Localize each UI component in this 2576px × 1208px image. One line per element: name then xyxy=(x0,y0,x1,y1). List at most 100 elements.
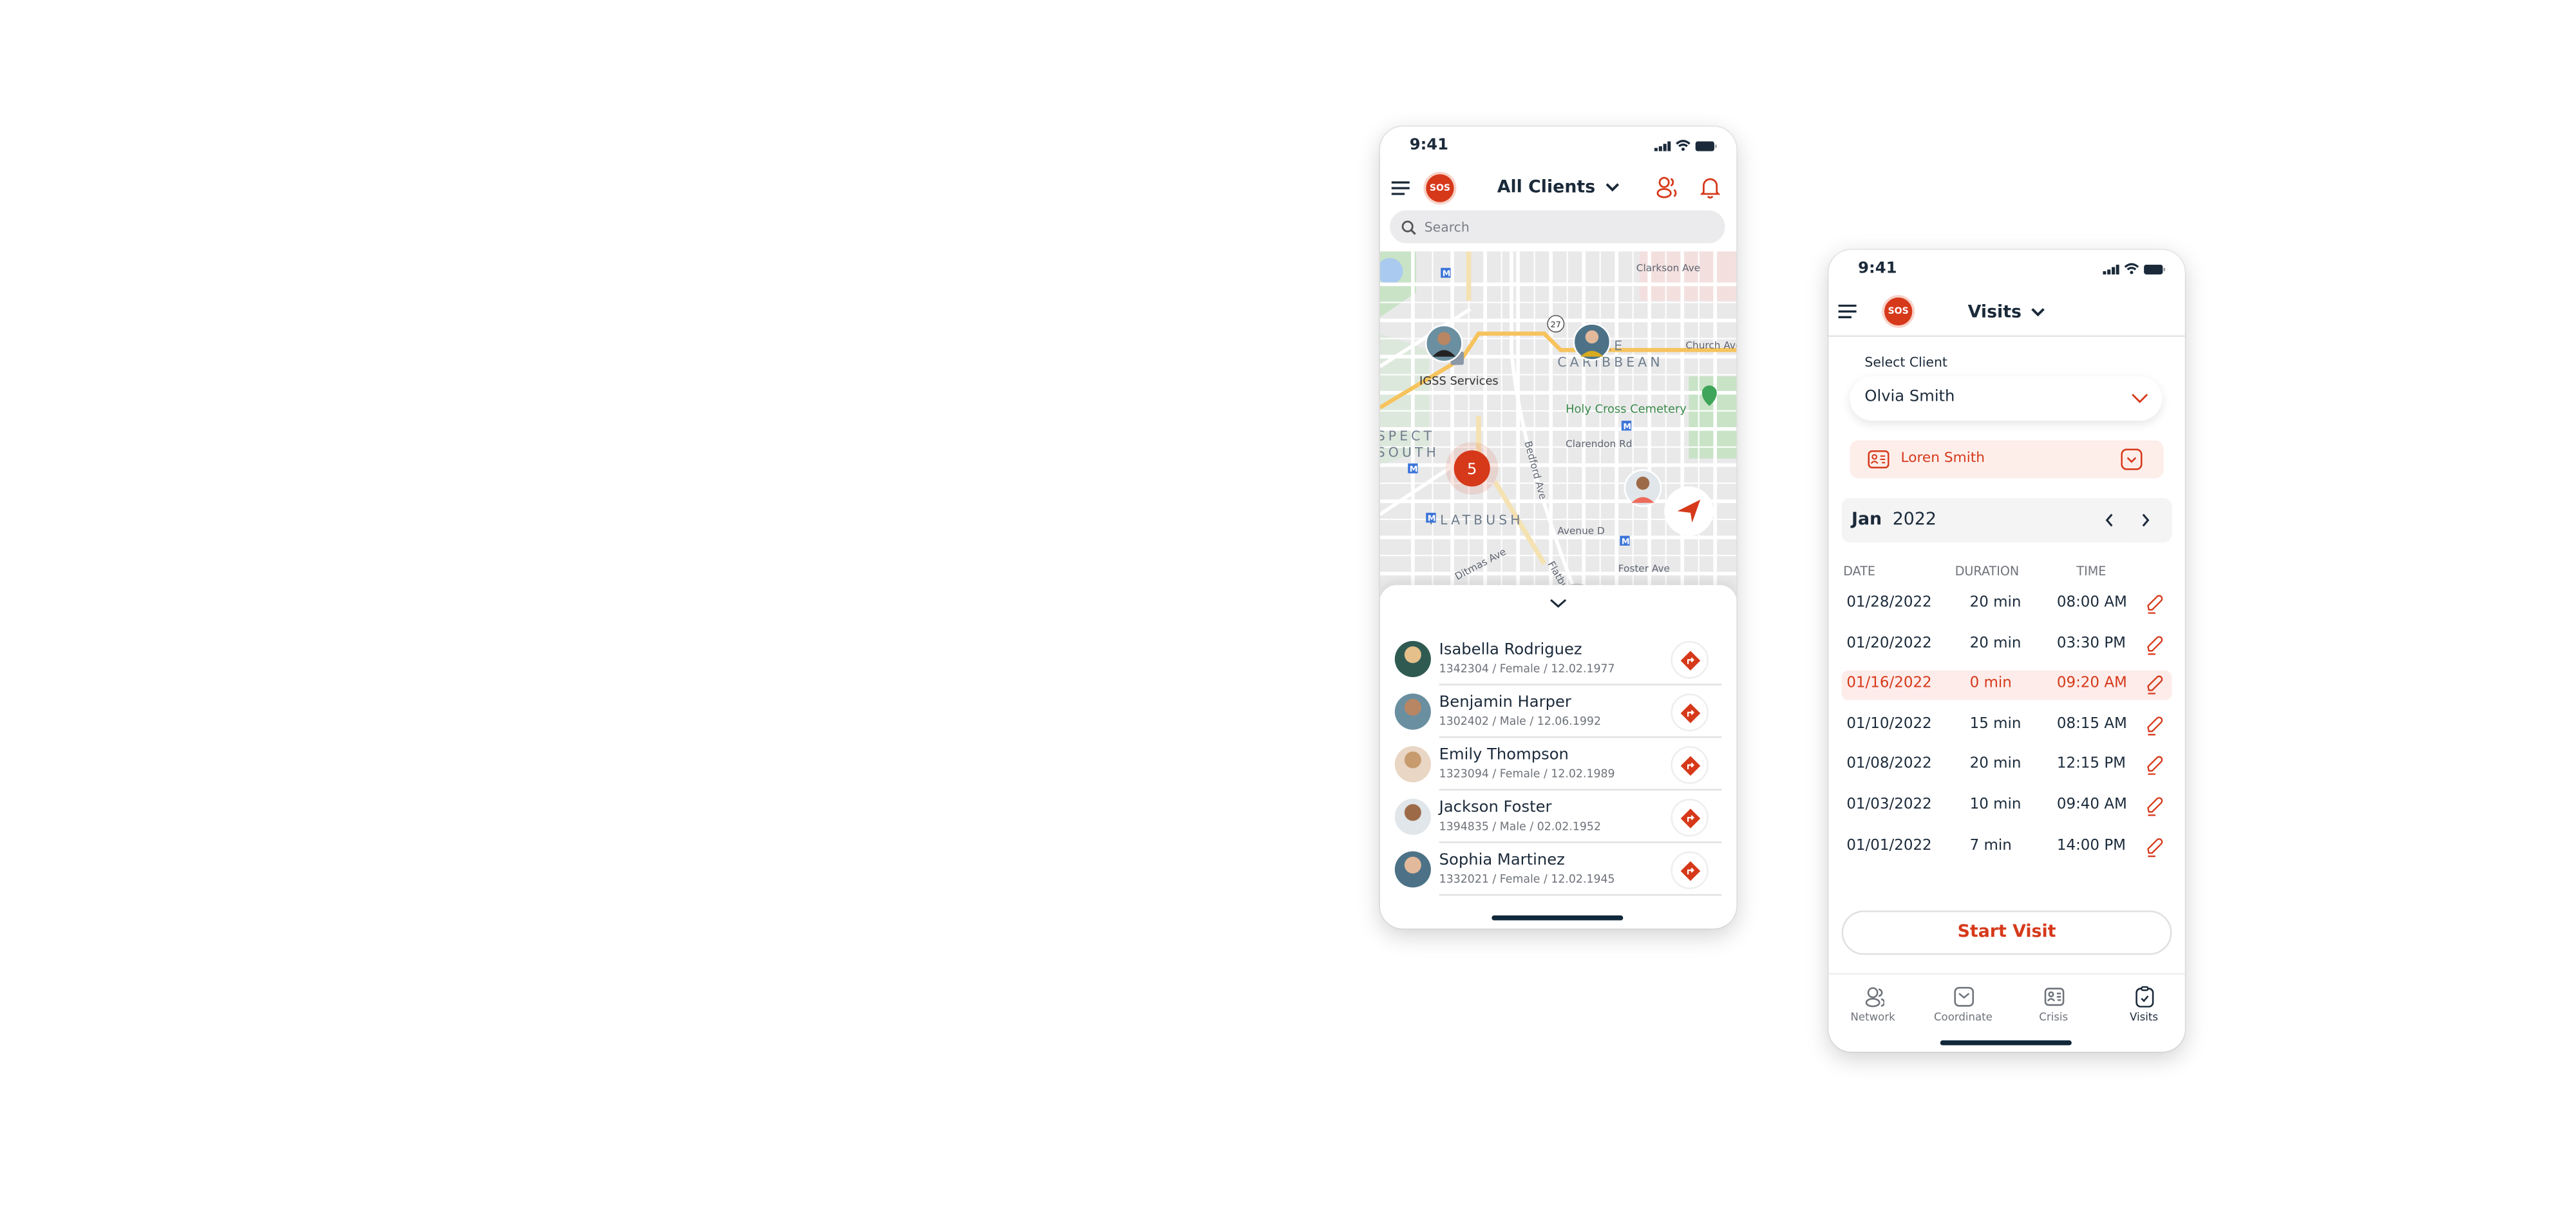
map-label: FLATBUSH xyxy=(1429,512,1523,528)
nav-label: Visits xyxy=(2130,1010,2159,1024)
visit-date: 01/10/2022 xyxy=(1846,716,1932,733)
visit-time: 12:15 PM xyxy=(2056,756,2126,773)
edit-icon[interactable] xyxy=(2146,635,2164,655)
chevron-down-icon xyxy=(2132,394,2148,403)
map-canvas[interactable]: 27 Clarkson Ave Church Ave IGSS Services… xyxy=(1379,251,1737,597)
chevron-right-icon[interactable] xyxy=(2141,513,2150,528)
map-label: CARIBBEAN xyxy=(1557,354,1663,370)
avatar xyxy=(1394,640,1431,678)
bell-icon[interactable] xyxy=(1700,176,1720,199)
home-indicator xyxy=(1940,1040,2072,1046)
contact-bar[interactable]: Loren Smith xyxy=(1850,440,2164,479)
avatar xyxy=(1394,851,1431,888)
directions-icon xyxy=(1680,702,1700,723)
status-time: 9:41 xyxy=(1858,260,1897,278)
visit-date: 01/08/2022 xyxy=(1846,756,1932,773)
edit-icon[interactable] xyxy=(2146,676,2164,696)
edit-icon[interactable] xyxy=(2146,756,2164,776)
visit-row[interactable]: 01/08/2022 20 min 12:15 PM xyxy=(1842,752,2172,781)
map-label: Holy Cross Cemetery xyxy=(1566,402,1687,416)
directions-button[interactable] xyxy=(1671,746,1709,784)
client-name: Benjamin Harper xyxy=(1439,693,1571,712)
map-view[interactable]: 27 Clarkson Ave Church Ave IGSS Services… xyxy=(1379,251,1737,597)
directions-button[interactable] xyxy=(1671,640,1709,679)
client-list-item[interactable]: Jackson Foster 1394835 / Male / 02.02.19… xyxy=(1394,791,1722,843)
visit-time: 09:40 AM xyxy=(2056,797,2127,814)
visit-row[interactable]: 01/10/2022 15 min 08:15 AM xyxy=(1842,711,2172,741)
nav-crisis[interactable]: Crisis xyxy=(2012,986,2095,1024)
client-meta: 1302402 / Male / 12.06.1992 xyxy=(1439,714,1601,729)
clients-sheet: Isabella Rodriguez 1342304 / Female / 12… xyxy=(1379,585,1737,929)
nav-network[interactable]: Network xyxy=(1832,986,1914,1024)
map-label: IGSS Services xyxy=(1419,374,1499,388)
avatar xyxy=(1394,798,1431,835)
visit-duration: 10 min xyxy=(1969,797,2022,814)
search-input[interactable]: Search xyxy=(1390,210,1725,244)
directions-button[interactable] xyxy=(1671,693,1709,732)
nav-visits[interactable]: Visits xyxy=(2103,986,2185,1024)
month-selector: Jan 2022 xyxy=(1841,497,2172,542)
client-meta: 1323094 / Female / 12.02.1989 xyxy=(1439,767,1615,781)
section-dropdown[interactable]: Visits xyxy=(1828,302,2185,322)
select-client-dropdown[interactable]: Olvia Smith xyxy=(1850,376,2163,421)
selected-client: Olvia Smith xyxy=(1864,388,1955,407)
nav-coordinate[interactable]: Coordinate xyxy=(1922,986,2005,1024)
collapse-chevron-icon[interactable] xyxy=(1549,599,1567,608)
visit-row[interactable]: 01/03/2022 10 min 09:40 AM xyxy=(1842,792,2172,822)
directions-button[interactable] xyxy=(1671,798,1709,837)
visit-row[interactable]: 01/20/2022 20 min 03:30 PM xyxy=(1842,631,2172,660)
visit-row[interactable]: 01/16/2022 0 min 09:20 AM xyxy=(1841,671,2172,701)
client-meta: 1394835 / Male / 02.02.1952 xyxy=(1439,820,1601,834)
nav-label: Coordinate xyxy=(1933,1010,1993,1024)
map-screen: 9:41 SOS All Clients Search 27 Clarkson … xyxy=(1379,126,1737,929)
edit-icon[interactable] xyxy=(2146,716,2164,736)
visit-date: 01/28/2022 xyxy=(1846,595,1932,611)
directions-button[interactable] xyxy=(1671,851,1709,890)
avatar xyxy=(1394,746,1431,783)
map-label: Clarendon Rd xyxy=(1566,438,1632,450)
cellular-icon xyxy=(1654,140,1671,151)
battery-icon xyxy=(1695,140,1717,151)
client-list-item[interactable]: Benjamin Harper 1302402 / Male / 12.06.1… xyxy=(1394,685,1722,738)
client-list-item[interactable]: Isabella Rodriguez 1342304 / Female / 12… xyxy=(1394,633,1722,685)
metro-icon: M xyxy=(1410,465,1418,474)
visit-row[interactable]: 01/01/2022 7 min 14:00 PM xyxy=(1842,832,2172,862)
contact-name: Loren Smith xyxy=(1900,450,1985,467)
month-label: Jan xyxy=(1851,509,1882,530)
visit-time: 08:15 AM xyxy=(2056,716,2127,733)
directions-icon xyxy=(1680,649,1700,670)
visit-duration: 15 min xyxy=(1969,716,2022,733)
people-icon[interactable] xyxy=(1656,176,1679,199)
expand-icon[interactable] xyxy=(2121,448,2143,470)
edit-icon[interactable] xyxy=(2146,797,2164,817)
client-filter-dropdown[interactable]: All Clients xyxy=(1380,178,1737,197)
nav-label: Network xyxy=(1850,1010,1895,1024)
column-header-time: TIME xyxy=(2076,563,2107,579)
directions-icon xyxy=(1680,860,1700,881)
map-label: Clarkson Ave xyxy=(1636,262,1700,274)
start-visit-button[interactable]: Start Visit xyxy=(1841,910,2172,955)
visit-duration: 0 min xyxy=(1969,675,2012,693)
client-list-item[interactable]: Emily Thompson 1323094 / Female / 12.02.… xyxy=(1394,738,1722,791)
visit-time: 09:20 AM xyxy=(2056,675,2127,693)
status-time: 9:41 xyxy=(1409,136,1449,155)
wifi-icon xyxy=(2124,263,2139,274)
bottom-nav-divider xyxy=(1828,973,2185,975)
map-label: SPECT xyxy=(1380,428,1435,444)
visit-date: 01/01/2022 xyxy=(1846,837,1932,854)
search-icon xyxy=(1401,220,1416,235)
edit-icon[interactable] xyxy=(2146,838,2164,858)
search-placeholder: Search xyxy=(1424,219,1470,235)
route-label: 27 xyxy=(1551,320,1561,330)
client-name: Isabella Rodriguez xyxy=(1439,640,1582,659)
visit-row[interactable]: 01/28/2022 20 min 08:00 AM xyxy=(1842,590,2172,620)
chevron-down-icon xyxy=(1605,183,1619,192)
metro-icon: M xyxy=(1443,269,1451,279)
chevron-left-icon[interactable] xyxy=(2105,513,2114,528)
edit-icon[interactable] xyxy=(2146,595,2164,615)
clipboard-check-icon xyxy=(2135,986,2154,1008)
client-list-item[interactable]: Sophia Martinez 1332021 / Female / 12.02… xyxy=(1394,843,1722,896)
id-card-icon xyxy=(2043,988,2064,1006)
map-label: Avenue D xyxy=(1557,525,1604,537)
visits-screen: 9:41 SOS Visits Select Client Olvia Smit… xyxy=(1828,249,2185,1052)
